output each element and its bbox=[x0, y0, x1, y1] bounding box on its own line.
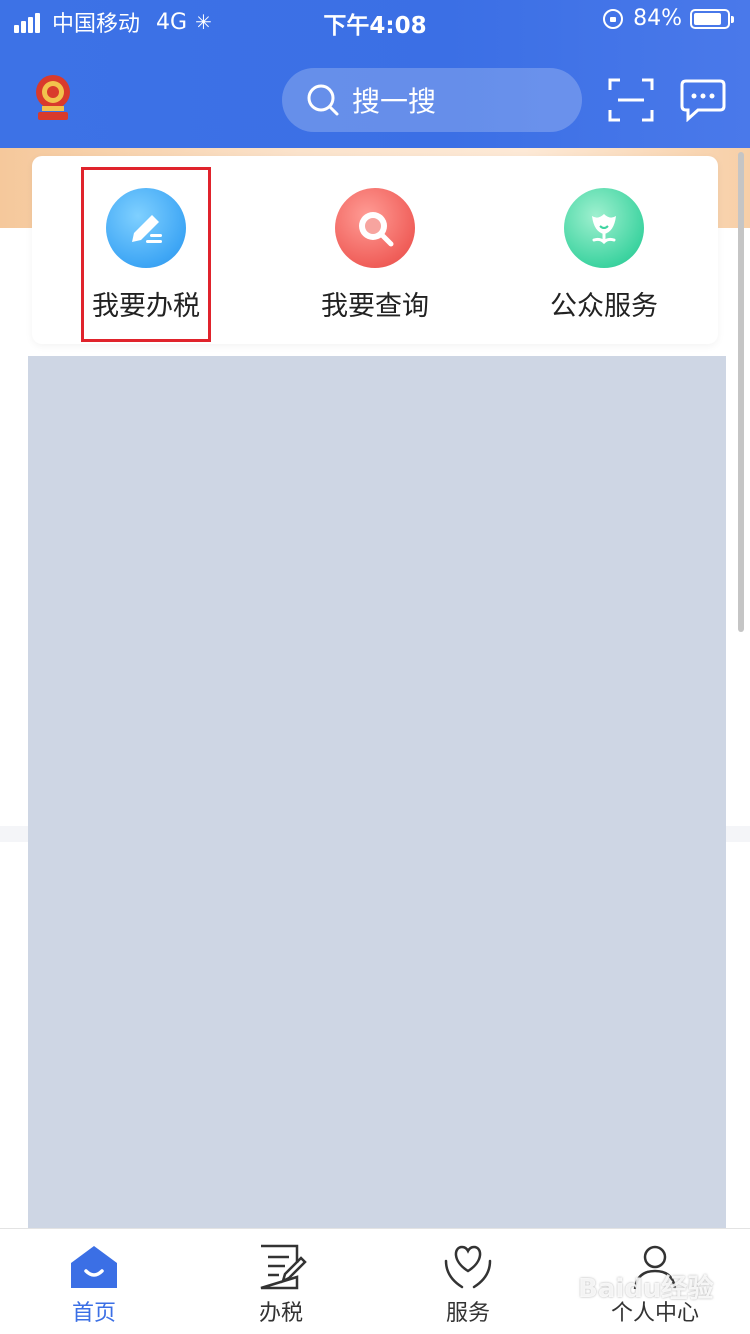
rotation-lock-icon bbox=[603, 8, 624, 29]
emblem-logo[interactable] bbox=[30, 70, 76, 128]
tab-label: 办税 bbox=[258, 1301, 303, 1326]
document-icon bbox=[260, 1244, 307, 1290]
content-placeholder bbox=[28, 356, 726, 1234]
search-placeholder: 搜一搜 bbox=[352, 85, 437, 118]
tab-tax[interactable]: 办税 bbox=[187, 1229, 375, 1334]
tab-label: 服务 bbox=[445, 1301, 490, 1326]
quick-item-query[interactable]: 我要查询 bbox=[261, 156, 489, 344]
heart-hands-icon bbox=[444, 1245, 492, 1289]
battery-percent: 84% bbox=[633, 6, 682, 31]
watermark: Baidu经验 bbox=[578, 1274, 714, 1304]
battery-icon bbox=[690, 8, 734, 29]
quick-item-public[interactable]: 公众服务 bbox=[490, 156, 718, 344]
quick-item-label: 公众服务 bbox=[550, 291, 658, 322]
flower-icon bbox=[564, 188, 644, 268]
home-icon bbox=[71, 1246, 117, 1288]
app-header: 中国移动 4G ✳ 下午4:08 84% 搜一搜 bbox=[0, 0, 750, 148]
tab-service[interactable]: 服务 bbox=[374, 1229, 562, 1334]
tab-home[interactable]: 首页 bbox=[0, 1229, 188, 1334]
message-icon[interactable] bbox=[680, 78, 726, 122]
scrollbar[interactable] bbox=[738, 152, 744, 632]
quick-item-label: 我要查询 bbox=[321, 291, 429, 322]
search-bar[interactable]: 搜一搜 bbox=[282, 68, 582, 132]
scan-icon[interactable] bbox=[608, 78, 654, 122]
search-icon bbox=[307, 84, 339, 116]
search-icon bbox=[335, 188, 415, 268]
tab-label: 首页 bbox=[71, 1301, 116, 1326]
status-right: 84% bbox=[603, 6, 734, 31]
status-bar: 中国移动 4G ✳ 下午4:08 84% bbox=[0, 0, 750, 42]
highlight-box bbox=[81, 167, 211, 342]
